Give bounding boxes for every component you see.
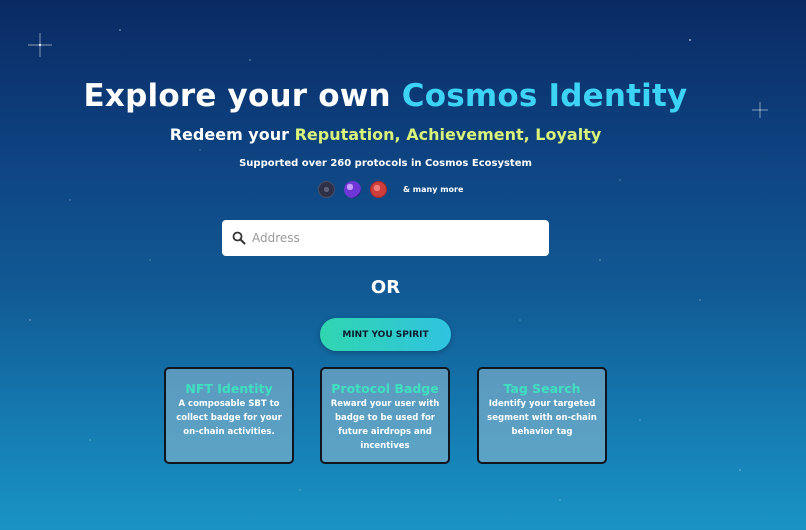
osmosis-icon [344, 181, 361, 198]
subtitle-prefix: Redeem your [169, 125, 295, 144]
cosmos-hub-icon [318, 181, 335, 198]
hero-subtitle: Redeem your Reputation, Achievement, Loy… [0, 125, 771, 144]
hero-title-prefix: Explore your own [83, 78, 402, 114]
mint-spirit-button[interactable]: MINT YOU SPIRIT [320, 318, 451, 351]
search-icon [232, 231, 246, 245]
protocol-logos: & many more [318, 181, 463, 198]
many-more-text: & many more [403, 185, 464, 194]
card-description: A composable SBT to collect badge for yo… [176, 399, 282, 437]
card-title: Protocol Badge [331, 381, 439, 396]
supported-protocols-text: Supported over 260 protocols in Cosmos E… [239, 158, 532, 169]
card-description: Reward your user with badge to be used f… [330, 399, 440, 451]
address-input[interactable] [252, 231, 532, 245]
or-divider-text: OR [370, 277, 401, 298]
card-title: Tag Search [503, 381, 581, 396]
hero-title-accent: Cosmos Identity [401, 78, 688, 114]
juno-icon [370, 181, 387, 198]
subtitle-accent: Reputation, Achievement, Loyalty [294, 125, 602, 144]
hero-title: Explore your own Cosmos Identity [0, 78, 771, 114]
card-nft-identity[interactable]: NFT Identity A composable SBT to collect… [164, 367, 294, 464]
card-tag-search[interactable]: Tag Search Identify your targeted segmen… [477, 367, 607, 464]
card-title: NFT Identity [185, 381, 273, 396]
card-protocol-badge[interactable]: Protocol Badge Reward your user with bad… [320, 367, 450, 464]
address-search-bar[interactable] [222, 220, 549, 256]
card-description: Identify your targeted segment with on-c… [487, 399, 597, 437]
